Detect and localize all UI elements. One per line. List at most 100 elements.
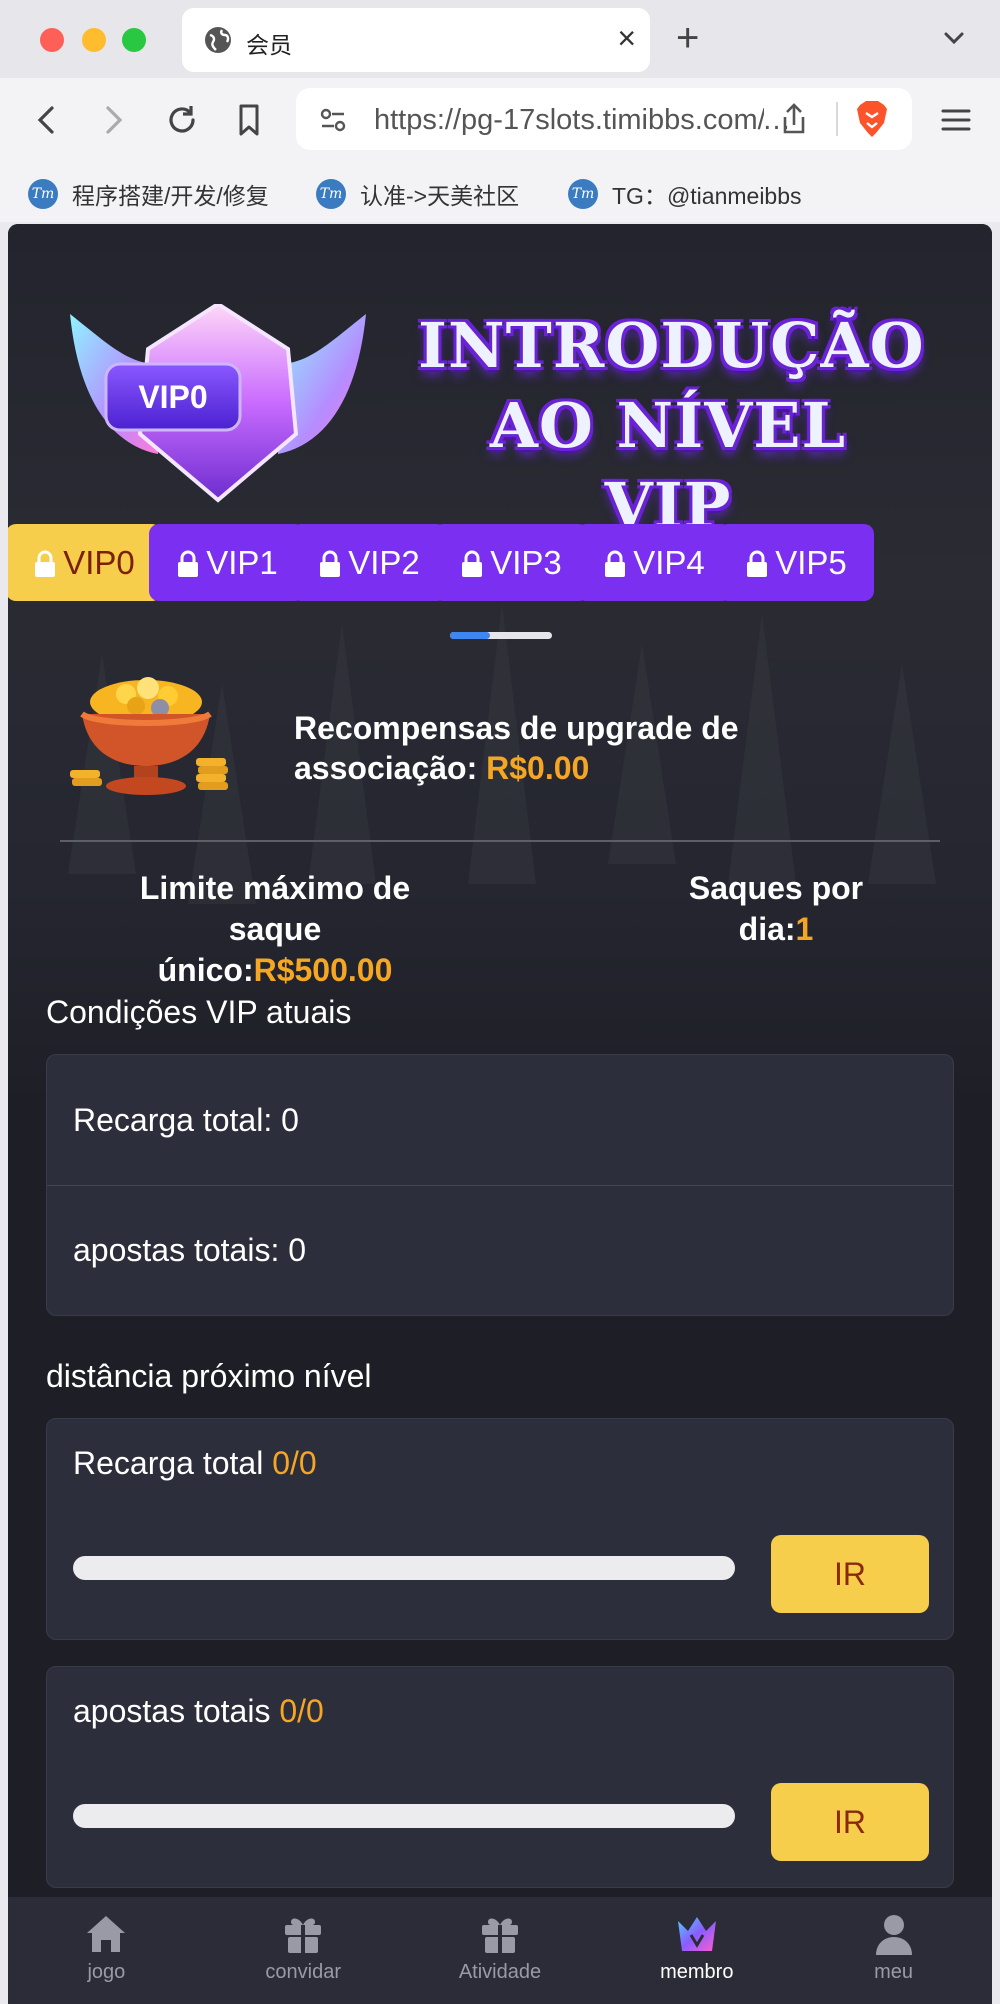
section-divider	[60, 840, 940, 842]
bookmark-label: 程序搭建/开发/修复	[72, 183, 269, 209]
share-icon[interactable]	[780, 102, 808, 141]
zoom-window-button[interactable]	[122, 28, 146, 52]
tab-label: VIP1	[206, 543, 278, 581]
single-withdraw-limit: Limite máximo de saque único:R$500.00	[100, 868, 450, 991]
limit-label: Saques por	[688, 870, 864, 906]
bookmark-item[interactable]: Tm 程序搭建/开发/修复	[28, 174, 269, 214]
progress-label-text: apostas totais	[73, 1693, 271, 1729]
tab-label: VIP0	[63, 543, 135, 581]
condition-row: apostas totais: 0	[47, 1185, 953, 1315]
browser-toolbar: https://pg-17slots.timibbs.com/member …	[0, 78, 1000, 166]
vip-level-tabs: VIP0 VIP1 VIP2 VIP3 VIP4 VIP5	[8, 524, 992, 604]
tab-scroll-indicator	[450, 632, 552, 639]
condition-row: Recarga total: 0	[73, 1101, 299, 1138]
nav-item-meu[interactable]: meu	[795, 1897, 992, 2004]
lock-icon	[178, 550, 199, 577]
browser-tab-bar: 会员 × +	[0, 0, 1000, 78]
nav-item-jogo[interactable]: jogo	[8, 1897, 205, 2004]
hero-title: INTRODUÇÃO AO NÍVEL VIP	[418, 306, 925, 546]
home-icon	[87, 1916, 126, 1952]
browser-tab[interactable]: 会员 ×	[182, 8, 650, 72]
bookmark-favicon: Tm	[568, 179, 598, 209]
bets-progress-card: apostas totais 0/0 IR	[46, 1666, 954, 1888]
nav-item-convidar[interactable]: convidar	[205, 1897, 402, 2004]
progress-value: 0/0	[279, 1693, 324, 1729]
bookmark-favicon: Tm	[316, 179, 346, 209]
back-icon[interactable]	[32, 102, 62, 143]
nav-label: Atividade	[458, 1961, 542, 1983]
vip-hero-banner: VIP0 INTRODUÇÃO AO NÍVEL VIP	[8, 224, 992, 542]
hamburger-menu-icon[interactable]	[940, 106, 972, 139]
bookmark-item[interactable]: Tm 认准->天美社区	[316, 174, 519, 214]
tab-vip1[interactable]: VIP1	[149, 524, 305, 601]
bookmark-label: 认准->天美社区	[360, 183, 520, 209]
bookmarks-bar: Tm 程序搭建/开发/修复 Tm 认准->天美社区 Tm TG：@tianmei…	[0, 166, 1000, 222]
nav-label: jogo	[87, 1961, 126, 1983]
limit-value: 1	[795, 911, 814, 947]
limit-label: único:	[157, 952, 254, 988]
vip-page: VIP0 INTRODUÇÃO AO NÍVEL VIP VIP0 VIP1 V…	[8, 224, 992, 2004]
daily-withdraw-count: Saques por dia:1	[656, 868, 896, 950]
next-level-title: distância próximo nível	[46, 1358, 372, 1394]
progress-value: 0/0	[272, 1445, 317, 1481]
go-recharge-button[interactable]: IR	[771, 1535, 929, 1613]
new-tab-button[interactable]: +	[676, 14, 699, 62]
nav-item-membro[interactable]: membro	[598, 1897, 795, 2004]
tab-vip4[interactable]: VIP4	[576, 524, 732, 601]
tab-label: VIP2	[348, 543, 420, 581]
close-tab-icon[interactable]: ×	[617, 20, 636, 56]
treasure-pot-icon	[68, 674, 238, 809]
reward-label: Recompensas de upgrade de	[294, 710, 739, 746]
tab-title: 会员	[246, 32, 292, 58]
bookmark-label: TG：@tianmeibbs	[612, 183, 802, 209]
tab-vip2[interactable]: VIP2	[291, 524, 447, 601]
gift-icon	[285, 1918, 322, 1953]
user-icon	[875, 1915, 912, 1955]
limit-label: Limite máximo de saque	[139, 870, 411, 947]
bottom-nav: jogo convidar Atividade membro meu	[8, 1897, 992, 2004]
brave-shield-icon[interactable]	[854, 99, 890, 144]
lock-icon	[747, 550, 768, 577]
tab-label: VIP3	[490, 543, 562, 581]
upgrade-reward-text: Recompensas de upgrade de associação: R$…	[294, 708, 894, 788]
site-settings-icon[interactable]	[318, 106, 348, 139]
toolbar-divider	[836, 102, 838, 136]
globe-icon	[204, 26, 232, 59]
nav-item-atividade[interactable]: Atividade	[402, 1897, 599, 2004]
tab-vip0[interactable]: VIP0	[8, 524, 162, 601]
nav-label: convidar	[265, 1961, 341, 1983]
minimize-window-button[interactable]	[82, 28, 106, 52]
current-conditions-card: Recarga total: 0 apostas totais: 0	[46, 1054, 954, 1316]
tab-vip5[interactable]: VIP5	[718, 524, 874, 601]
bookmark-item[interactable]: Tm TG：@tianmeibbs	[568, 174, 802, 214]
bookmark-favicon: Tm	[28, 179, 58, 209]
chevron-down-icon[interactable]	[940, 24, 968, 57]
go-bets-button[interactable]: IR	[771, 1783, 929, 1861]
current-vip-badge: VIP0	[138, 378, 208, 415]
reward-label: associação:	[294, 750, 478, 786]
lock-icon	[462, 550, 483, 577]
hero-title-line: AO NÍVEL VIP	[489, 389, 847, 542]
progress-label: apostas totais 0/0	[73, 1693, 324, 1730]
current-conditions-title: Condições VIP atuais	[46, 994, 352, 1030]
progress-bar	[73, 1804, 735, 1828]
progress-label: Recarga total 0/0	[73, 1445, 317, 1482]
limit-label: dia:	[738, 911, 796, 947]
progress-label-text: Recarga total	[73, 1445, 264, 1481]
hero-title-line: INTRODUÇÃO	[418, 309, 925, 382]
crown-icon	[677, 1917, 716, 1951]
tab-vip3[interactable]: VIP3	[433, 524, 589, 601]
forward-icon[interactable]	[98, 102, 128, 143]
close-window-button[interactable]	[40, 28, 64, 52]
recharge-progress-card: Recarga total 0/0 IR	[46, 1418, 954, 1640]
gift-icon	[481, 1918, 518, 1953]
progress-bar	[73, 1556, 735, 1580]
nav-label: membro	[660, 1961, 734, 1983]
tab-label: VIP5	[775, 543, 847, 581]
limit-value: R$500.00	[253, 952, 393, 988]
reload-icon[interactable]	[164, 102, 200, 143]
tab-label: VIP4	[633, 543, 705, 581]
lock-icon	[605, 550, 626, 577]
address-bar[interactable]: https://pg-17slots.timibbs.com/member …	[296, 88, 912, 150]
bookmark-icon[interactable]	[234, 102, 264, 143]
